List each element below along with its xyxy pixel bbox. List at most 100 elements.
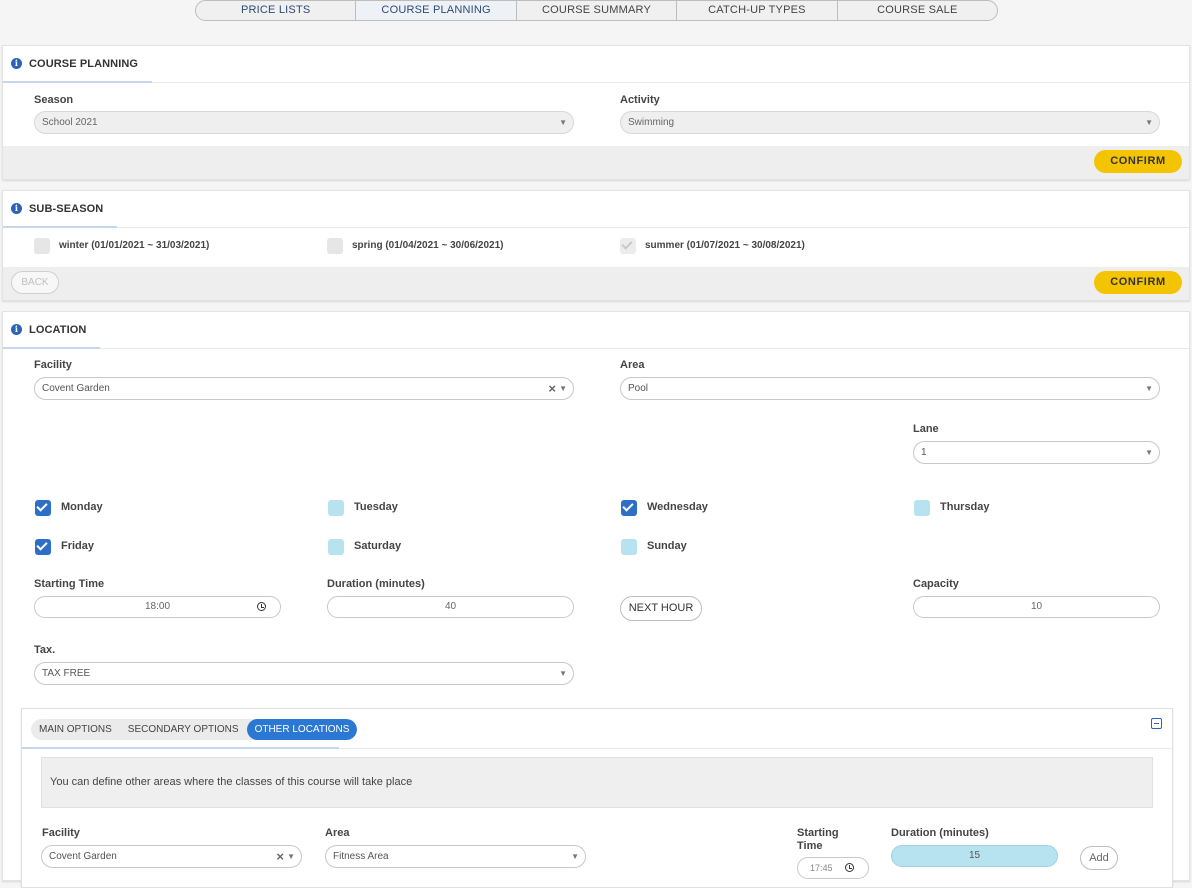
- other-area-label: Area: [325, 827, 350, 839]
- clear-icon[interactable]: ×: [548, 378, 556, 399]
- activity-value: Swimming: [628, 117, 675, 128]
- lane-select[interactable]: 1 ▼: [913, 441, 1160, 464]
- facility-label: Facility: [34, 359, 72, 371]
- panel-header: i LOCATION: [3, 312, 1189, 349]
- chevron-down-icon: ▼: [1145, 118, 1153, 127]
- facility-select[interactable]: Covent Garden × ▼: [34, 377, 574, 400]
- collapse-icon[interactable]: [1151, 718, 1162, 729]
- monday-checkbox[interactable]: [35, 500, 51, 516]
- tax-value: TAX FREE: [42, 668, 91, 679]
- spring-label: spring (01/04/2021 ~ 30/06/2021): [352, 240, 504, 251]
- tab-catch-up-types[interactable]: CATCH-UP TYPES: [677, 1, 838, 20]
- chevron-down-icon: ▼: [559, 669, 567, 678]
- sub-season-panel: i SUB-SEASON winter (01/01/2021 ~ 31/03/…: [2, 190, 1190, 301]
- panel-title: i LOCATION: [3, 312, 101, 349]
- panel-title-text: COURSE PLANNING: [29, 57, 139, 70]
- other-area-select[interactable]: Fitness Area ▼: [325, 845, 586, 868]
- clock-icon[interactable]: [257, 602, 266, 611]
- tab-other-locations[interactable]: OTHER LOCATIONS: [246, 719, 358, 740]
- panel-header: i SUB-SEASON: [3, 191, 1189, 228]
- other-duration-label: Duration (minutes): [891, 827, 989, 839]
- tab-main-options[interactable]: MAIN OPTIONS: [31, 719, 120, 740]
- summer-checkbox[interactable]: [620, 238, 636, 254]
- top-tab-bar: PRICE LISTS COURSE PLANNING COURSE SUMMA…: [195, 0, 998, 21]
- back-button[interactable]: BACK: [11, 271, 59, 294]
- panel-footer: CONFIRM: [3, 146, 1189, 179]
- summer-label: summer (01/07/2021 ~ 30/08/2021): [645, 240, 805, 251]
- spring-checkbox[interactable]: [327, 238, 343, 254]
- confirm-button[interactable]: CONFIRM: [1094, 150, 1182, 173]
- options-header-underline: [22, 747, 339, 749]
- other-facility-select[interactable]: Covent Garden × ▼: [41, 845, 302, 868]
- starting-time-input[interactable]: 18:00: [34, 596, 281, 618]
- tuesday-checkbox[interactable]: [328, 500, 344, 516]
- tab-course-sale[interactable]: COURSE SALE: [838, 1, 997, 20]
- options-tabs: MAIN OPTIONS SECONDARY OPTIONS OTHER LOC…: [31, 719, 358, 740]
- confirm-button[interactable]: CONFIRM: [1094, 271, 1182, 294]
- info-icon: i: [11, 203, 22, 214]
- other-locations-info: You can define other areas where the cla…: [41, 757, 1153, 808]
- panel-title-text: SUB-SEASON: [29, 202, 104, 215]
- winter-label: winter (01/01/2021 ~ 31/03/2021): [59, 240, 210, 251]
- season-select[interactable]: School 2021 ▼: [34, 111, 574, 134]
- other-duration-input[interactable]: 15: [891, 845, 1058, 867]
- tab-price-lists[interactable]: PRICE LISTS: [196, 1, 357, 20]
- panel-header: i COURSE PLANNING: [3, 46, 1189, 83]
- chevron-down-icon: ▼: [1145, 448, 1153, 457]
- tab-course-planning[interactable]: COURSE PLANNING: [356, 1, 517, 20]
- monday-label: Monday: [61, 501, 103, 513]
- other-starting-time-value: 17:45: [810, 863, 833, 873]
- season-label: Season: [34, 94, 74, 106]
- facility-value: Covent Garden: [42, 383, 110, 394]
- sunday-checkbox[interactable]: [621, 539, 637, 555]
- area-select[interactable]: Pool ▼: [620, 377, 1160, 400]
- add-button[interactable]: Add: [1080, 846, 1118, 870]
- clear-icon[interactable]: ×: [276, 846, 284, 867]
- chevron-down-icon: ▼: [571, 852, 579, 861]
- winter-checkbox[interactable]: [34, 238, 50, 254]
- chevron-down-icon: ▼: [559, 384, 567, 393]
- location-panel: i LOCATION Facility Covent Garden × ▼ Ar…: [2, 311, 1190, 888]
- panel-title-text: LOCATION: [29, 323, 87, 336]
- info-icon: i: [11, 58, 22, 69]
- duration-input[interactable]: 40: [327, 596, 574, 618]
- wednesday-label: Wednesday: [647, 501, 708, 513]
- lane-label: Lane: [913, 423, 939, 435]
- saturday-checkbox[interactable]: [328, 539, 344, 555]
- friday-checkbox[interactable]: [35, 539, 51, 555]
- panel-footer: BACK CONFIRM: [3, 267, 1189, 300]
- activity-select[interactable]: Swimming ▼: [620, 111, 1160, 134]
- other-starting-time-input[interactable]: 17:45: [797, 857, 869, 879]
- tax-select[interactable]: TAX FREE ▼: [34, 662, 574, 685]
- area-label: Area: [620, 359, 645, 371]
- lane-value: 1: [921, 447, 927, 458]
- chevron-down-icon: ▼: [559, 118, 567, 127]
- tab-course-summary[interactable]: COURSE SUMMARY: [517, 1, 678, 20]
- other-facility-label: Facility: [42, 827, 80, 839]
- course-planning-panel: i COURSE PLANNING Season School 2021 ▼ A…: [2, 45, 1190, 180]
- clock-icon[interactable]: [845, 863, 854, 872]
- thursday-checkbox[interactable]: [914, 500, 930, 516]
- starting-time-label: Starting Time: [34, 578, 105, 590]
- info-icon: i: [11, 324, 22, 335]
- options-panel: MAIN OPTIONS SECONDARY OPTIONS OTHER LOC…: [21, 708, 1173, 888]
- friday-label: Friday: [61, 540, 95, 552]
- saturday-label: Saturday: [354, 540, 402, 552]
- thursday-label: Thursday: [940, 501, 990, 513]
- capacity-input[interactable]: 10: [913, 596, 1160, 618]
- wednesday-checkbox[interactable]: [621, 500, 637, 516]
- area-value: Pool: [628, 383, 649, 394]
- tab-secondary-options[interactable]: SECONDARY OPTIONS: [120, 719, 247, 740]
- chevron-down-icon: ▼: [287, 852, 295, 861]
- next-hour-button[interactable]: NEXT HOUR: [620, 596, 702, 621]
- sunday-label: Sunday: [647, 540, 687, 552]
- other-duration-value: 15: [968, 850, 981, 861]
- duration-label: Duration (minutes): [327, 578, 425, 590]
- duration-value: 40: [444, 601, 457, 612]
- starting-time-value: 18:00: [144, 601, 171, 612]
- other-facility-value: Covent Garden: [49, 851, 117, 862]
- capacity-label: Capacity: [913, 578, 959, 590]
- tax-label: Tax.: [34, 644, 56, 656]
- panel-title: i SUB-SEASON: [3, 191, 118, 228]
- tuesday-label: Tuesday: [354, 501, 398, 513]
